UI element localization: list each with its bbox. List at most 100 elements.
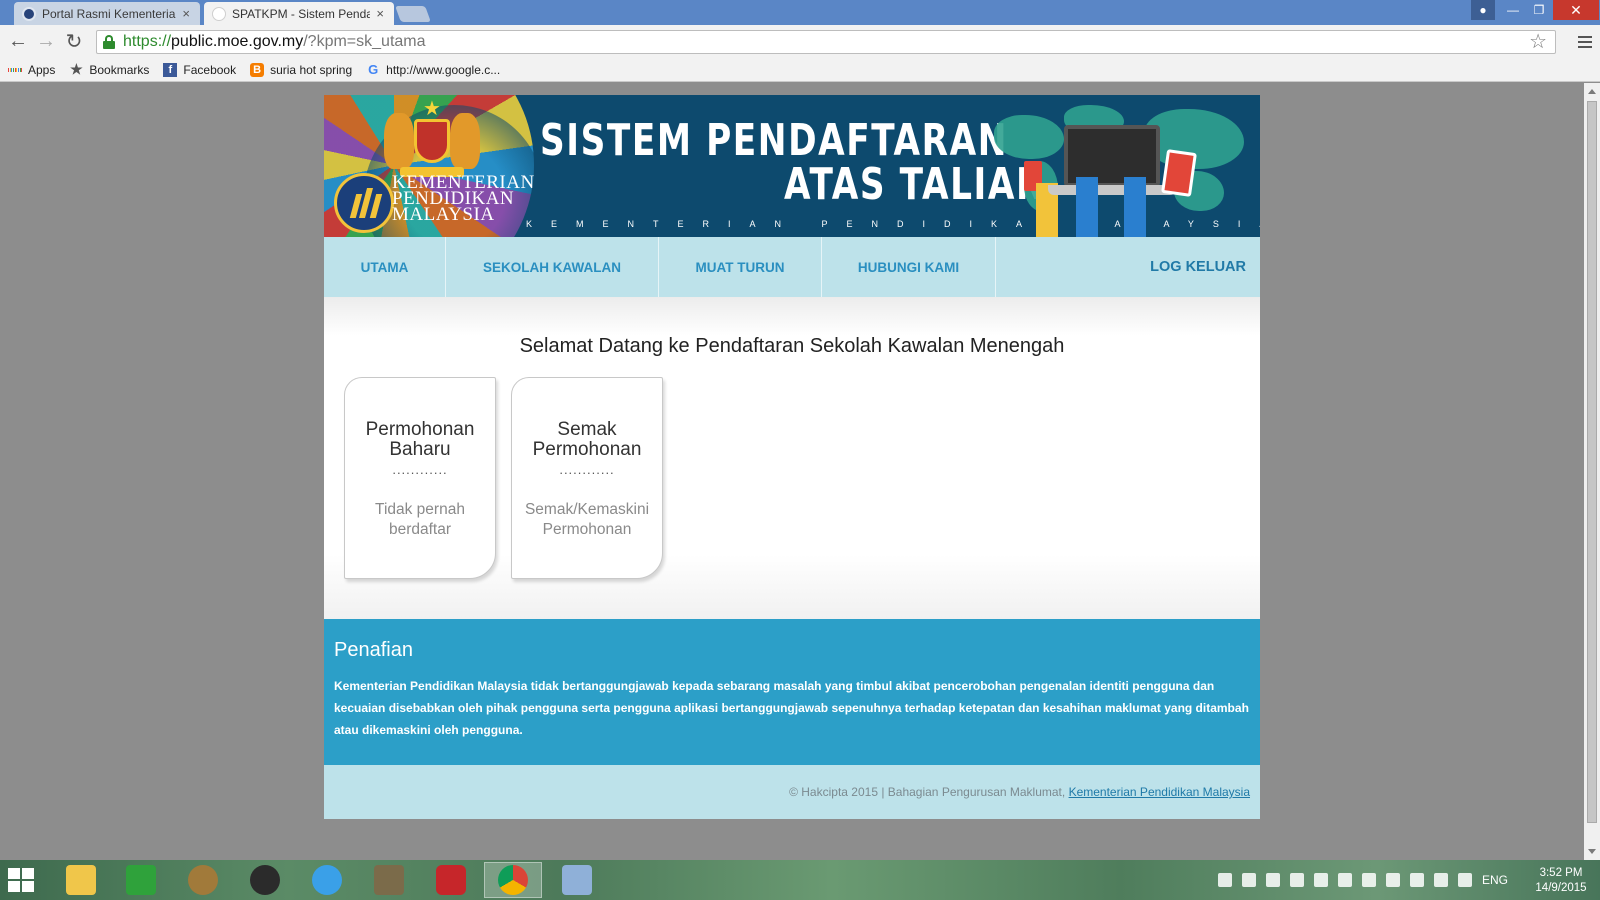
forward-arrow-icon[interactable]: → bbox=[34, 29, 58, 53]
url-host: public.moe.gov.my bbox=[171, 33, 304, 50]
clock-time: 3:52 PM bbox=[1539, 867, 1583, 879]
bookmark-star-icon[interactable]: ☆ bbox=[1529, 31, 1547, 53]
google-icon: G bbox=[368, 62, 379, 77]
tray-security-icon[interactable] bbox=[1242, 873, 1256, 887]
tab-close-icon[interactable]: × bbox=[376, 6, 384, 21]
windows-taskbar: ENG 3:52 PM 14/9/2015 bbox=[0, 860, 1600, 900]
welcome-heading: Selamat Datang ke Pendaftaran Sekolah Ka… bbox=[519, 335, 1065, 357]
reload-icon[interactable]: ↻ bbox=[62, 29, 86, 53]
tablet-icon bbox=[1161, 149, 1197, 197]
kpm-favicon-icon bbox=[22, 6, 36, 21]
bookmark-label: http://www.google.c... bbox=[386, 62, 501, 77]
tab-portal-rasmi[interactable]: Portal Rasmi Kementerian × bbox=[14, 2, 200, 25]
clock-date: 14/9/2015 bbox=[1535, 882, 1587, 894]
lock-icon bbox=[103, 35, 115, 49]
page-favicon-icon bbox=[212, 6, 226, 21]
tray-bulb-icon[interactable] bbox=[1314, 873, 1328, 887]
nav-utama[interactable]: UTAMA bbox=[324, 237, 446, 297]
disclaimer-text: Kementerian Pendidikan Malaysia tidak be… bbox=[334, 679, 1249, 737]
tray-sound-warning-icon[interactable] bbox=[1266, 873, 1280, 887]
scrollbar-thumb[interactable] bbox=[1587, 101, 1597, 823]
system-tray: ENG bbox=[1218, 860, 1508, 900]
input-language[interactable]: ENG bbox=[1482, 873, 1508, 887]
tray-windows-icon[interactable] bbox=[1218, 873, 1232, 887]
typing-hands-illustration bbox=[1072, 171, 1152, 237]
card-divider: ............ bbox=[559, 462, 615, 477]
footer-text: © Hakcipta 2015 | Bahagian Pengurusan Ma… bbox=[789, 785, 1250, 799]
card-permohonan-baharu[interactable]: Permohonan Baharu ............ Tidak per… bbox=[344, 377, 496, 579]
scroll-up-arrow-icon[interactable] bbox=[1588, 89, 1596, 94]
tray-app-icon[interactable] bbox=[1290, 873, 1304, 887]
kpm-logo-icon bbox=[334, 173, 394, 233]
power-app-icon[interactable] bbox=[422, 862, 480, 898]
tray-volume-icon[interactable] bbox=[1458, 873, 1472, 887]
bookmark-apps[interactable]: Apps bbox=[7, 63, 55, 77]
bookmark-label: suria hot spring bbox=[270, 62, 353, 77]
file-explorer-icon[interactable] bbox=[52, 862, 110, 898]
nav-hubungi-kami[interactable]: HUBUNGI KAMI bbox=[822, 237, 996, 297]
disclaimer-section: Penafian Kementerian Pendidikan Malaysia… bbox=[324, 619, 1260, 765]
bookmark-bookmarks[interactable]: ★ Bookmarks bbox=[69, 61, 150, 77]
disclaimer-title: Penafian bbox=[334, 639, 413, 661]
bookmark-suria-hot-spring[interactable]: B suria hot spring bbox=[250, 62, 353, 77]
site-container: ★ KEMENTERIAN PENDIDIKAN MALAYSIA SISTEM… bbox=[324, 95, 1260, 819]
nav-sekolah-kawalan[interactable]: SEKOLAH KAWALAN bbox=[446, 237, 659, 297]
apps-grid-icon bbox=[7, 63, 23, 77]
nav-muat-turun[interactable]: MUAT TURUN bbox=[659, 237, 822, 297]
tray-flag-icon[interactable] bbox=[1410, 873, 1424, 887]
media-icon[interactable] bbox=[174, 862, 232, 898]
browser-menu-icon[interactable] bbox=[1575, 30, 1595, 54]
new-tab-button[interactable] bbox=[395, 6, 431, 22]
maximize-button[interactable]: ❐ bbox=[1526, 0, 1552, 20]
back-arrow-icon[interactable]: ← bbox=[6, 29, 30, 53]
card-semak-permohonan[interactable]: Semak Permohonan ............ Semak/Kema… bbox=[511, 377, 663, 579]
main-nav: UTAMA SEKOLAH KAWALAN MUAT TURUN HUBUNGI… bbox=[324, 237, 1260, 297]
ministry-footer-link[interactable]: Kementerian Pendidikan Malaysia bbox=[1069, 785, 1250, 799]
windows-start-icon[interactable] bbox=[8, 868, 34, 892]
card-title: Permohonan Baharu bbox=[365, 419, 475, 460]
main-content: Selamat Datang ke Pendaftaran Sekolah Ka… bbox=[324, 297, 1260, 619]
document-icon[interactable] bbox=[360, 862, 418, 898]
internet-explorer-icon[interactable] bbox=[298, 862, 356, 898]
page-scrollbar[interactable] bbox=[1584, 83, 1600, 860]
tray-tools-icon[interactable] bbox=[1362, 873, 1376, 887]
browser-title-bar: Portal Rasmi Kementerian × SPATKPM - Sis… bbox=[0, 0, 1600, 25]
blogger-icon: B bbox=[250, 62, 265, 77]
facebook-icon: f bbox=[163, 62, 178, 77]
card-description: Tidak pernah berdaftar bbox=[375, 501, 465, 538]
card-title: Semak Permohonan bbox=[532, 419, 642, 460]
tab-spatkpm[interactable]: SPATKPM - Sistem Pendaft × bbox=[204, 2, 394, 25]
ministry-name: KEMENTERIAN PENDIDIKAN MALAYSIA bbox=[392, 172, 535, 225]
system-clock[interactable]: 3:52 PM 14/9/2015 bbox=[1526, 866, 1596, 896]
star-icon: ★ bbox=[70, 61, 83, 77]
site-banner: ★ KEMENTERIAN PENDIDIKAN MALAYSIA SISTEM… bbox=[324, 95, 1260, 237]
tab-close-icon[interactable]: × bbox=[182, 6, 190, 21]
page-viewport: ★ KEMENTERIAN PENDIDIKAN MALAYSIA SISTEM… bbox=[0, 83, 1583, 860]
bookmarks-bar: Apps ★ Bookmarks f Facebook B suria hot … bbox=[0, 58, 1600, 82]
card-divider: ............ bbox=[392, 462, 448, 477]
malaysia-coat-of-arms-icon: ★ bbox=[380, 99, 484, 179]
paint-icon[interactable] bbox=[548, 862, 606, 898]
browser-toolbar: ← → ↻ https://public.moe.gov.my/?kpm=sk_… bbox=[0, 25, 1600, 58]
scroll-down-arrow-icon[interactable] bbox=[1588, 849, 1596, 854]
chrome-icon[interactable] bbox=[484, 862, 542, 898]
bookmark-label: Facebook bbox=[183, 62, 237, 77]
bookmark-facebook[interactable]: f Facebook bbox=[163, 62, 237, 77]
bookmark-label: Bookmarks bbox=[89, 62, 150, 77]
card-description: Semak/Kemaskini Permohonan bbox=[524, 501, 650, 538]
tab-title: SPATKPM - Sistem Pendaft bbox=[232, 6, 371, 21]
user-profile-icon[interactable]: ● bbox=[1471, 0, 1495, 20]
tray-sync-icon[interactable] bbox=[1386, 873, 1400, 887]
close-window-button[interactable]: ✕ bbox=[1553, 0, 1599, 20]
minimize-button[interactable]: — bbox=[1500, 0, 1526, 20]
tray-network-off-icon[interactable] bbox=[1338, 873, 1352, 887]
address-bar[interactable]: https://public.moe.gov.my/?kpm=sk_utama … bbox=[96, 30, 1556, 54]
logout-link[interactable]: LOG KELUAR bbox=[1150, 237, 1246, 297]
tray-signal-icon[interactable] bbox=[1434, 873, 1448, 887]
store-icon[interactable] bbox=[112, 862, 170, 898]
speaker-app-icon[interactable] bbox=[236, 862, 294, 898]
bookmark-google[interactable]: G http://www.google.c... bbox=[366, 62, 501, 77]
copyright-text: © Hakcipta 2015 | Bahagian Pengurusan Ma… bbox=[789, 785, 1069, 799]
site-footer: © Hakcipta 2015 | Bahagian Pengurusan Ma… bbox=[324, 765, 1260, 819]
tab-title: Portal Rasmi Kementerian bbox=[42, 6, 177, 21]
